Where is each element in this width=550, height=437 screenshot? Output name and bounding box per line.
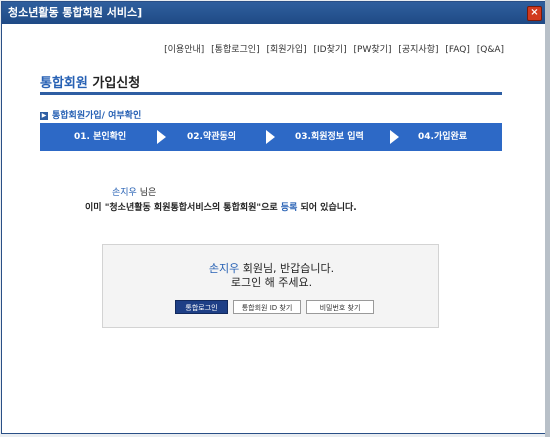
nav-faq-link[interactable]: [FAQ] (445, 45, 469, 55)
notice-suffix: 님은 (136, 188, 157, 198)
integrated-login-button[interactable]: 통합로그인 (175, 300, 228, 314)
window-titlebar: 청소년활동 통합회원 서비스] × (2, 2, 546, 24)
step-identity-verification: 01. 본인확인 (74, 132, 127, 142)
notice-text-post: 되어 있습니다. (297, 203, 357, 213)
title-divider (40, 92, 502, 95)
step-complete: 04.가입완료 (418, 132, 468, 142)
signup-popup-window: 청소년활동 통합회원 서비스] × [이용안내] [통합로그인] [회원가입] … (1, 1, 547, 434)
nav-integrated-login-link[interactable]: [통합로그인] (211, 45, 259, 55)
chevron-right-icon (266, 130, 275, 144)
nav-find-pw-link[interactable]: [PW찾기] (354, 45, 392, 55)
nav-guide-link[interactable]: [이용안내] (164, 45, 204, 55)
page-title: 통합회원 가입신청 (40, 72, 140, 91)
page-scrollbar[interactable] (545, 0, 550, 437)
section-header: ▶ 통합회원가입/ 여부확인 (40, 108, 141, 121)
nav-qna-link[interactable]: [Q&A] (477, 45, 504, 55)
signup-steps-bar: 01. 본인확인 02.약관동의 03.회원정보 입력 04.가입완료 (40, 123, 502, 151)
top-navigation: [이용안내] [통합로그인] [회원가입] [ID찾기] [PW찾기] [공지사… (160, 42, 504, 55)
notice-line-2: 이미 "청소년활동 회원통합서비스의 통합회원"으로 등록 되어 있습니다. (85, 200, 357, 213)
page-title-rest: 가입신청 (87, 76, 141, 91)
page-title-accent: 통합회원 (40, 76, 88, 91)
notice-text-pre: 이미 "청소년활동 회원통합서비스의 통합회원"으로 (85, 203, 281, 213)
nav-signup-link[interactable]: [회원가입] (266, 45, 306, 55)
step-terms-agreement: 02.약관동의 (187, 132, 237, 142)
find-password-button[interactable]: 비밀번호 찾기 (306, 300, 374, 314)
member-name: 손지우 (112, 188, 137, 198)
chevron-right-icon (390, 130, 399, 144)
arrow-bullet-icon: ▶ (40, 111, 48, 120)
chevron-right-icon (157, 130, 166, 144)
greeting-line-2: 로그인 해 주세요. (230, 276, 313, 289)
close-icon[interactable]: × (527, 6, 542, 21)
nav-find-id-link[interactable]: [ID찾기] (314, 45, 347, 55)
find-id-button[interactable]: 통합회원 ID 찾기 (233, 300, 301, 314)
notice-registered-word: 등록 (280, 203, 298, 213)
greeting-box: 손지우 회원님, 반갑습니다. 로그인 해 주세요. 통합로그인 통합회원 ID… (102, 244, 439, 328)
window-title: 청소년활동 통합회원 서비스] (8, 6, 143, 19)
notice-line-1: 손지우 님은 (112, 185, 156, 198)
nav-notice-link[interactable]: [공지사항] (398, 45, 438, 55)
section-label: 통합회원가입/ 여부확인 (52, 111, 142, 121)
step-member-info: 03.회원정보 입력 (295, 132, 364, 142)
